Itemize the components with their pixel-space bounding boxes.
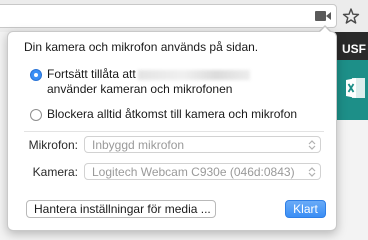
excel-icon: [346, 78, 365, 98]
allow-radio[interactable]: [30, 69, 42, 81]
microphone-label: Mikrofon:: [28, 138, 78, 152]
camera-label: Kamera:: [32, 165, 78, 179]
block-option-label[interactable]: Blockera alltid åtkomst till kamera och …: [47, 107, 297, 122]
microphone-value: Inbyggd mikrofon: [92, 138, 185, 152]
camera-value: Logitech Webcam C930e (046d:0843): [92, 165, 295, 179]
browser-toolbar: [0, 0, 368, 32]
camera-select[interactable]: Logitech Webcam C930e (046d:0843): [84, 163, 321, 180]
address-bar[interactable]: [0, 4, 337, 28]
redacted-site-name: [137, 69, 250, 80]
select-arrows-icon: [308, 167, 316, 177]
popup-title: Din kamera och mikrofon används på sidan…: [24, 40, 259, 54]
allow-option-line2: använder kameran och mikrofonen: [47, 82, 233, 96]
select-arrows-icon: [308, 140, 316, 150]
page-header-text: USF: [342, 42, 366, 56]
star-icon[interactable]: [341, 6, 361, 26]
divider: [24, 131, 324, 132]
microphone-select[interactable]: Inbyggd mikrofon: [84, 136, 321, 153]
block-radio[interactable]: [30, 109, 42, 121]
allow-option-label[interactable]: Fortsätt tillåta att använder kameran oc…: [47, 67, 250, 97]
done-button[interactable]: Klart: [285, 200, 326, 218]
manage-media-settings-button[interactable]: Hantera inställningar för media ...: [26, 200, 216, 218]
allow-option-line1: Fortsätt tillåta att: [47, 67, 136, 81]
video-camera-icon[interactable]: [311, 6, 335, 26]
popup-arrow-fill: [319, 27, 331, 33]
screen: USF Din kamera och mikrofon används på s…: [0, 0, 368, 240]
